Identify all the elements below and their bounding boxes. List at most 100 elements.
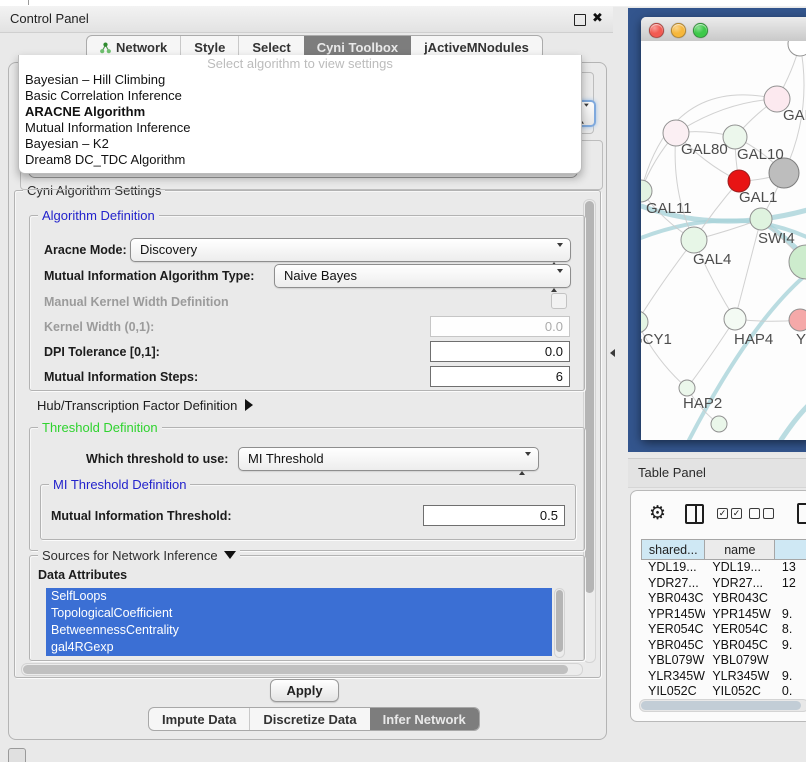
mi-threshold-definition-group: MI Threshold Definition Mutual Informati… [40, 484, 576, 540]
expander-down-icon[interactable] [224, 551, 236, 559]
attribute-item-betweennesscentrality[interactable]: BetweennessCentrality [46, 622, 552, 639]
network-edge[interactable] [781, 401, 806, 440]
network-edge[interactable] [641, 240, 694, 322]
table-cell: YBR045C [641, 638, 705, 654]
network-edge[interactable] [689, 273, 806, 440]
attribute-item-topologicalcoefficient[interactable]: TopologicalCoefficient [46, 605, 552, 622]
combo-spinner-icon [519, 453, 531, 475]
mi-steps-label: Mutual Information Steps: [44, 370, 198, 384]
bottom-tab-impute-data[interactable]: Impute Data [149, 708, 249, 731]
close-panel-icon[interactable]: ✖ [592, 10, 603, 26]
node-hap4[interactable] [724, 308, 746, 330]
control-panel-title: Control Panel [10, 11, 89, 26]
expander-right-icon[interactable] [245, 399, 253, 411]
algorithm-option-aracne-algorithm[interactable]: ARACNE Algorithm [19, 104, 581, 120]
kernel-width-field[interactable]: 0.0 [430, 316, 570, 337]
algorithm-option-mutual-information-inference[interactable]: Mutual Information Inference [19, 120, 581, 136]
node-hap2[interactable] [679, 380, 695, 396]
minimize-traffic-light[interactable] [671, 23, 686, 38]
bottom-tab-infer-network[interactable]: Infer Network [370, 708, 479, 731]
table-row[interactable]: YIL052CYIL052C0. [641, 684, 806, 700]
algorithm-option-basic-correlation-inference[interactable]: Basic Correlation Inference [19, 88, 581, 104]
mi-threshold-field[interactable]: 0.5 [423, 505, 565, 526]
combo-spinner-icon [551, 244, 563, 266]
node-label-gal: GAL [783, 107, 806, 124]
settings-hscrollbar-thumb[interactable] [23, 665, 568, 674]
node-gal11[interactable] [641, 180, 652, 202]
table-hscrollbar[interactable] [639, 699, 806, 712]
table-panel-titlebar: Table Panel [628, 458, 806, 488]
aracne-mode-value: Discovery [140, 242, 197, 257]
network-window-titlebar[interactable] [641, 17, 806, 42]
select-all-icon[interactable]: ✓ ✓ [717, 508, 742, 519]
close-traffic-light[interactable] [649, 23, 664, 38]
bottom-tab-discretize-data[interactable]: Discretize Data [249, 708, 369, 731]
table-cell: 13 [775, 560, 806, 576]
attributes-scrollbar[interactable] [554, 588, 565, 658]
settings-gear-icon[interactable]: ⚙ [649, 504, 666, 523]
table-cell: YLR345W [641, 669, 705, 685]
table-hscrollbar-thumb[interactable] [641, 701, 801, 710]
column-header-shared-[interactable]: shared... [641, 539, 705, 560]
node-label-gal11: GAL11 [646, 200, 692, 217]
float-panel-icon[interactable] [574, 14, 586, 26]
panel-divider-collapse-icon[interactable] [610, 349, 615, 357]
network-edge[interactable] [687, 319, 735, 388]
zoom-traffic-light[interactable] [693, 23, 708, 38]
sources-group-title[interactable]: Sources for Network Inference [38, 548, 240, 563]
node-label-gal10: GAL10 [737, 146, 784, 163]
attribute-item-selfloops[interactable]: SelfLoops [46, 588, 552, 605]
column-header-name[interactable]: name [705, 539, 775, 560]
select-none-icon[interactable] [749, 508, 774, 519]
table-row[interactable]: YPR145WYPR145W9. [641, 607, 806, 623]
algorithm-option-bayesian-k2[interactable]: Bayesian – K2 [19, 136, 581, 152]
manual-kernel-width-checkbox[interactable] [551, 293, 567, 309]
mi-threshold-label: Mutual Information Threshold: [51, 509, 232, 523]
split-columns-icon[interactable] [685, 504, 704, 524]
dpi-tolerance-field[interactable]: 0.0 [430, 341, 570, 362]
algorithm-option-bayesian-hill-climbing[interactable]: Bayesian – Hill Climbing [19, 72, 581, 88]
column-header-2[interactable] [775, 539, 806, 560]
aracne-mode-combo[interactable]: Discovery [130, 238, 571, 262]
hub-definition-expander[interactable]: Hub/Transcription Factor Definition [37, 398, 253, 413]
combo-spinner-icon [551, 270, 563, 292]
table-header-row: shared...name [641, 539, 806, 560]
mi-algorithm-type-combo[interactable]: Naive Bayes [274, 264, 571, 288]
which-threshold-combo[interactable]: MI Threshold [238, 447, 539, 471]
collapsed-panel-icon[interactable] [8, 748, 26, 762]
table-cell: YER054C [641, 622, 705, 638]
node-swi4[interactable] [750, 208, 772, 230]
attribute-item-gal4rgexp[interactable]: gal4RGexp [46, 639, 552, 656]
node-top-cut[interactable] [788, 41, 806, 56]
table-row[interactable]: YBR045CYBR045C9. [641, 638, 806, 654]
data-attributes-label: Data Attributes [38, 568, 127, 582]
network-graph[interactable]: GALGAL80GAL10GAL1GAL11SWI4GAL4GCY1HAP4YH… [641, 41, 806, 440]
hub-definition-label: Hub/Transcription Factor Definition [37, 398, 237, 413]
table-cell [775, 591, 806, 607]
table-row[interactable]: YDL19...YDL19...13 [641, 560, 806, 576]
top-tick [28, 0, 29, 5]
node-bottom-cut[interactable] [711, 416, 727, 432]
node-salmon[interactable] [789, 309, 806, 331]
network-window[interactable]: GALGAL80GAL10GAL1GAL11SWI4GAL4GCY1HAP4YH… [641, 17, 806, 440]
mi-steps-field[interactable]: 6 [430, 366, 570, 387]
node-gal4[interactable] [681, 227, 707, 253]
algorithm-definition-group: Algorithm Definition Aracne Mode: Discov… [29, 215, 585, 391]
algorithm-option-dream8-dc-tdc-algorithm[interactable]: Dream8 DC_TDC Algorithm [19, 152, 581, 168]
settings-hscrollbar[interactable] [21, 663, 583, 676]
table-row[interactable]: YER054CYER054C8. [641, 622, 806, 638]
clipped-tool-icon[interactable] [797, 503, 806, 524]
node-big-right[interactable] [789, 245, 806, 279]
table-row[interactable]: YBR043CYBR043C [641, 591, 806, 607]
settings-scrollbar-thumb[interactable] [585, 201, 594, 593]
table-row[interactable]: YLR345WYLR345W9. [641, 669, 806, 685]
aracne-mode-label: Aracne Mode: [44, 243, 127, 257]
table-row[interactable]: YDR27...YDR27...12 [641, 576, 806, 592]
apply-button[interactable]: Apply [270, 679, 339, 702]
node-gcy1[interactable] [641, 311, 648, 333]
table-cell: 9. [775, 607, 806, 623]
network-canvas[interactable]: GALGAL80GAL10GAL1GAL11SWI4GAL4GCY1HAP4YH… [641, 41, 806, 440]
table-row[interactable]: YBL079WYBL079W [641, 653, 806, 669]
table-cell: YLR345W [705, 669, 775, 685]
attributes-scrollbar-thumb[interactable] [556, 590, 563, 652]
